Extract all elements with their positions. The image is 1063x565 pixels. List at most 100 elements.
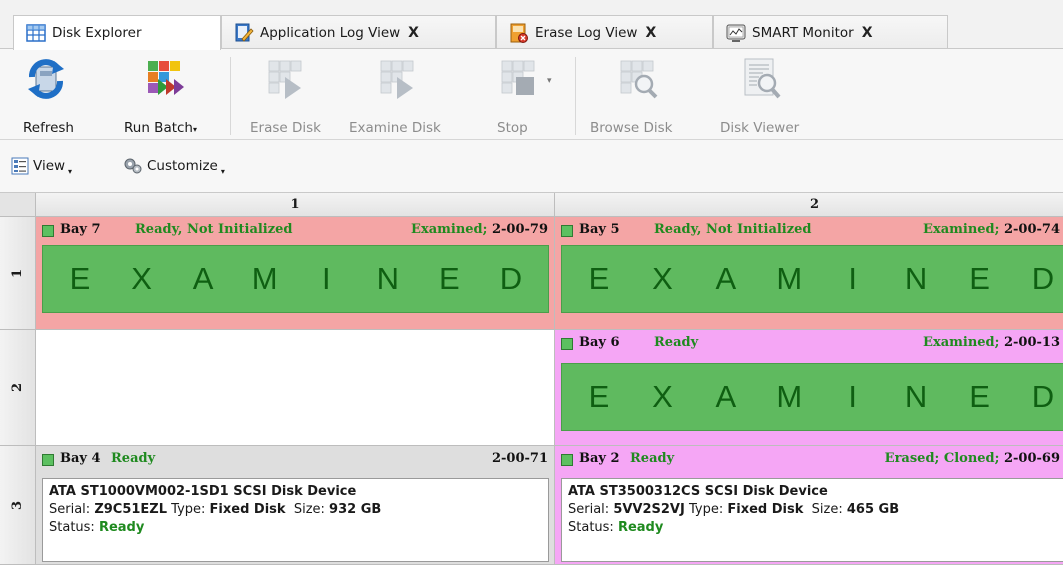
- bay-header: Bay 6 Ready Examined; 2-00-13: [561, 335, 1060, 353]
- disk-device-name: ATA ST3500312CS SCSI Disk Device: [568, 484, 828, 499]
- bay-id: 2-00-71: [491, 451, 548, 466]
- bay-id: 2-00-74: [1003, 222, 1060, 237]
- column-header-2[interactable]: 2: [555, 193, 1063, 217]
- erase-disk-icon: [268, 60, 302, 99]
- examined-stamp: EXAMINED: [561, 363, 1063, 431]
- tab-label: Erase Log View: [535, 24, 638, 41]
- tab-application-log-view[interactable]: Application Log View X: [221, 15, 496, 49]
- bay-name: Bay 4: [60, 451, 101, 466]
- disk-serial: Z9C51EZL: [94, 502, 168, 517]
- bay-cell[interactable]: Bay 7 Ready, Not Initialized Examined; 2…: [36, 217, 555, 330]
- customize-button[interactable]: Customize ▾: [123, 157, 225, 176]
- examine-disk-icon: [380, 60, 414, 99]
- bay-name: Bay 6: [579, 335, 620, 350]
- erase-disk-label: Erase Disk: [250, 120, 321, 136]
- bay-header: Bay 7 Ready, Not Initialized Examined; 2…: [42, 222, 548, 240]
- row-header-3[interactable]: 3: [0, 446, 36, 565]
- bay-cell[interactable]: Bay 5 Ready, Not Initialized Examined; 2…: [555, 217, 1063, 330]
- examine-disk-button[interactable]: Examine Disk: [349, 49, 449, 140]
- bay-cell[interactable]: Bay 6 Ready Examined; 2-00-13 EXAMINED: [555, 330, 1063, 446]
- disk-type: Fixed Disk: [209, 502, 286, 517]
- gear-icon: [124, 158, 142, 174]
- ribbon-toolbar: Refresh Run Batch▾ Erase Disk Examine Di…: [0, 49, 1063, 140]
- bay-tags: Examined;: [411, 222, 488, 237]
- refresh-label: Refresh: [23, 120, 74, 136]
- column-header-1[interactable]: 1: [36, 193, 555, 217]
- ribbon-separator: [230, 57, 231, 135]
- dropdown-caret-icon: ▾: [192, 125, 197, 134]
- run-batch-button[interactable]: Run Batch▾: [118, 49, 218, 140]
- bay-name: Bay 2: [579, 451, 620, 466]
- erase-log-icon: [510, 23, 528, 43]
- view-list-icon: [11, 157, 29, 175]
- monitor-icon: [726, 24, 746, 42]
- customize-label: Customize: [147, 158, 218, 174]
- disk-viewer-icon: [744, 58, 781, 99]
- close-icon[interactable]: X: [408, 25, 419, 41]
- disk-status-line: Status: Ready: [568, 520, 664, 535]
- browse-disk-label: Browse Disk: [590, 120, 673, 136]
- bay-status-indicator: [42, 454, 54, 466]
- examined-stamp: EXAMINED: [42, 245, 549, 313]
- empty-bay-cell[interactable]: [36, 330, 555, 446]
- bay-id: 2-00-79: [491, 222, 548, 237]
- bay-cell[interactable]: Bay 2 Ready Erased; Cloned; 2-00-69 ATA …: [555, 446, 1063, 565]
- examined-stamp: EXAMINED: [561, 245, 1063, 313]
- disk-viewer-button[interactable]: Disk Viewer: [718, 49, 818, 140]
- bay-id: 2-00-13: [1003, 335, 1060, 350]
- bay-id: 2-00-69: [1003, 451, 1060, 466]
- browse-disk-icon: [620, 60, 658, 99]
- close-icon[interactable]: X: [862, 25, 873, 41]
- view-button[interactable]: View ▾: [11, 157, 73, 176]
- refresh-icon: [28, 59, 64, 99]
- tab-label: Disk Explorer: [52, 25, 142, 41]
- close-icon[interactable]: X: [645, 25, 656, 41]
- bay-name: Bay 7: [60, 222, 101, 237]
- dropdown-caret-icon: ▾: [68, 166, 73, 176]
- bay-status-indicator: [561, 225, 573, 237]
- row-header-1[interactable]: 1: [0, 217, 36, 330]
- grid-icon: [26, 24, 46, 42]
- refresh-button[interactable]: Refresh: [16, 49, 76, 140]
- log-edit-icon: [235, 23, 254, 42]
- bay-status-indicator: [561, 338, 573, 350]
- bay-status-indicator: [42, 225, 54, 237]
- stop-dropdown-icon[interactable]: ▾: [547, 76, 552, 86]
- disk-details: Serial: 5VV2S2VJ Type: Fixed Disk Size: …: [568, 502, 900, 517]
- bay-header: Bay 4 Ready 2-00-71: [42, 451, 548, 469]
- tab-disk-explorer[interactable]: Disk Explorer: [13, 15, 221, 50]
- row-header-2[interactable]: 2: [0, 330, 36, 446]
- bay-status: Ready, Not Initialized: [135, 222, 293, 237]
- bay-header: Bay 2 Ready Erased; Cloned; 2-00-69: [561, 451, 1060, 469]
- stop-label: Stop: [497, 120, 528, 136]
- disk-size: 932 GB: [329, 502, 382, 517]
- bay-status: Ready: [630, 451, 675, 466]
- disk-device-name: ATA ST1000VM002-1SD1 SCSI Disk Device: [49, 484, 357, 499]
- bay-tags: Erased; Cloned;: [884, 451, 1000, 466]
- tab-smart-monitor[interactable]: SMART Monitor X: [713, 15, 948, 49]
- tab-erase-log-view[interactable]: Erase Log View X: [496, 15, 713, 49]
- disk-size: 465 GB: [846, 502, 900, 517]
- bay-status: Ready: [654, 335, 699, 350]
- erase-disk-button[interactable]: Erase Disk: [243, 49, 333, 140]
- grid-corner: [0, 193, 36, 217]
- bay-cell[interactable]: Bay 4 Ready 2-00-71 ATA ST1000VM002-1SD1…: [36, 446, 555, 565]
- run-batch-icon: [148, 61, 184, 95]
- tab-strip: Disk Explorer Application Log View X Era…: [0, 0, 1063, 50]
- view-label: View: [33, 158, 66, 174]
- bay-grid: 1 2 1 2 3 Bay 7 Ready, Not Initialized E…: [0, 193, 1063, 565]
- disk-viewer-label: Disk Viewer: [720, 120, 800, 136]
- bay-status: Ready, Not Initialized: [654, 222, 812, 237]
- disk-info-box: ATA ST3500312CS SCSI Disk Device Serial:…: [561, 478, 1063, 562]
- stop-icon: [501, 60, 535, 95]
- dropdown-caret-icon: ▾: [220, 166, 225, 176]
- disk-status: Ready: [617, 520, 664, 535]
- view-toolbar: View ▾ Customize ▾: [0, 140, 1063, 193]
- stop-button[interactable]: ▾ Stop: [485, 49, 565, 140]
- disk-status: Ready: [98, 520, 145, 535]
- browse-disk-button[interactable]: Browse Disk: [590, 49, 690, 140]
- disk-type: Fixed Disk: [727, 502, 804, 517]
- bay-header: Bay 5 Ready, Not Initialized Examined; 2…: [561, 222, 1060, 240]
- disk-status-line: Status: Ready: [49, 520, 145, 535]
- tab-label: Application Log View: [260, 24, 401, 41]
